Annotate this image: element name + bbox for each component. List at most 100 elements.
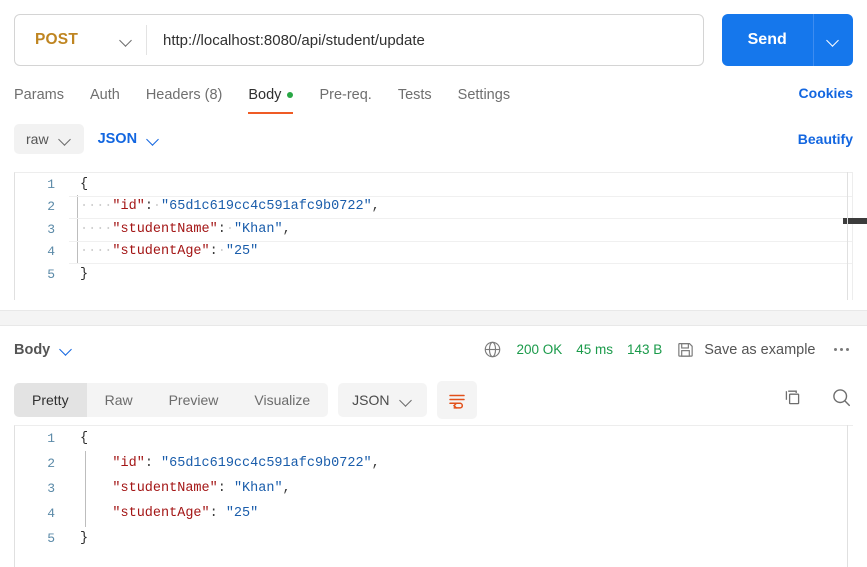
request-tab-params[interactable]: Params [14, 80, 77, 110]
url-bar: POST Send [14, 14, 853, 66]
code-line: 3 ····"studentName":·"Khan", [15, 218, 852, 241]
code-row-separator [69, 240, 852, 242]
body-type-dropdown[interactable]: raw [14, 124, 84, 154]
response-tab-preview[interactable]: Preview [151, 383, 237, 417]
cookies-link[interactable]: Cookies [799, 85, 853, 101]
request-tabs: Params Auth Headers (8) Body Pre-req. Tests Se… [14, 80, 523, 114]
response-language-dropdown[interactable]: JSON [338, 383, 427, 417]
response-view-tabs: Pretty Raw Preview Visualize JSON [14, 381, 477, 419]
line-number: 2 [47, 456, 55, 471]
response-size: 143 B [626, 342, 663, 357]
code-line: 3 "studentName": "Khan", [15, 476, 853, 501]
chevron-down-icon [60, 343, 73, 356]
code-row-separator [69, 218, 852, 219]
postman-request-response-pane: POST Send Params Auth Headers (8) Body Pre-r… [0, 0, 867, 567]
request-tab-label: Headers (8) [145, 87, 223, 103]
code-text: { [69, 431, 88, 446]
response-tab-visualize[interactable]: Visualize [236, 383, 328, 417]
line-number: 1 [47, 431, 55, 446]
unsaved-indicator-dot [287, 92, 294, 98]
code-text: "id": "65d1c619cc4c591afc9b0722", [69, 456, 379, 471]
copy-icon[interactable] [782, 387, 804, 409]
code-text: { [69, 177, 88, 192]
code-line: 4 "studentAge": "25" [15, 501, 853, 526]
chevron-down-icon [120, 34, 133, 47]
word-wrap-button[interactable] [436, 381, 477, 419]
beautify-link[interactable]: Beautify [798, 131, 853, 147]
pane-divider-band [0, 311, 867, 325]
response-body-dropdown[interactable]: Body [14, 342, 73, 358]
response-tab-raw[interactable]: Raw [87, 383, 151, 417]
code-token: "Khan" [233, 481, 283, 496]
request-tab-body[interactable]: Body [235, 80, 306, 114]
code-token: "25" [225, 244, 259, 260]
response-action-icons [782, 386, 853, 409]
response-body-label: Body [14, 341, 51, 358]
code-text: "studentName": "Khan", [69, 481, 290, 496]
request-editor-right-border [847, 172, 848, 300]
code-token: "id" [112, 199, 145, 215]
response-body-viewer[interactable]: 1{2 "id": "65d1c619cc4c591afc9b0722", 3 "… [14, 425, 853, 567]
request-tab-label: Tests [397, 87, 432, 103]
request-tab-auth[interactable]: Auth [77, 80, 133, 110]
line-number: 1 [47, 176, 55, 192]
request-tab-tests[interactable]: Tests [385, 80, 445, 110]
request-tab-settings[interactable]: Settings [445, 80, 523, 110]
code-token: "25" [225, 506, 259, 521]
request-tab-headers-8[interactable]: Headers (8) [133, 80, 236, 110]
response-code-lines: 1{2 "id": "65d1c619cc4c591afc9b0722", 3 "… [15, 426, 853, 551]
line-number: 5 [47, 266, 55, 282]
code-token: : [209, 244, 218, 260]
code-token: } [80, 531, 89, 546]
url-input[interactable] [147, 15, 703, 65]
code-text: } [69, 267, 88, 282]
code-token: : [144, 199, 153, 215]
code-line: 5} [15, 526, 853, 551]
request-tab-label: Pre-req. [319, 87, 372, 103]
code-line: 1{ [15, 173, 852, 196]
code-token: { [80, 431, 89, 446]
chevron-down-icon [147, 133, 160, 146]
code-token: : [217, 221, 226, 237]
code-text: ····"studentName":·"Khan", [69, 222, 291, 237]
request-tab-pre-req[interactable]: Pre-req. [306, 80, 384, 110]
chevron-down-icon [59, 133, 72, 146]
code-line: 2 "id": "65d1c619cc4c591afc9b0722", [15, 451, 853, 476]
request-tab-label: Settings [457, 87, 511, 103]
code-token: ···· [80, 199, 113, 215]
body-format-label: JSON [97, 131, 138, 147]
code-token: · [217, 244, 226, 260]
request-tab-label: Body [248, 87, 282, 103]
body-options-row: raw JSON [14, 122, 160, 156]
body-format-dropdown[interactable]: JSON [98, 131, 161, 147]
line-number: 4 [47, 244, 55, 260]
response-tab-pretty[interactable]: Pretty [14, 383, 87, 417]
code-token: "studentAge" [112, 244, 210, 260]
code-token: ···· [80, 221, 113, 237]
request-body-editor[interactable]: 1{2 ····"id":·"65d1c619cc4c591afc9b0722",… [14, 172, 853, 300]
send-button-group[interactable]: Send [721, 14, 853, 66]
code-row-separator [69, 195, 852, 197]
response-meta-bar: Body 200 OK 45 ms 143 B Save as example [0, 326, 867, 373]
code-row-separator [69, 263, 852, 264]
code-token: , [282, 221, 291, 237]
code-text: ····"id":·"65d1c619cc4c591afc9b0722", [69, 199, 380, 214]
response-status: 200 OK [516, 342, 563, 357]
code-token: "Khan" [233, 221, 283, 237]
http-method-dropdown[interactable]: POST [15, 15, 147, 65]
more-options-icon[interactable] [830, 344, 854, 356]
chevron-down-icon [400, 394, 413, 407]
code-token: "65d1c619cc4c591afc9b0722" [161, 199, 372, 215]
code-token: "id" [112, 456, 145, 471]
http-method-label: POST [35, 31, 79, 48]
save-as-example-button[interactable]: Save as example [676, 340, 816, 359]
response-language-label: JSON [352, 392, 390, 408]
send-button[interactable]: Send [722, 14, 813, 66]
send-options-button[interactable] [814, 14, 853, 66]
search-icon[interactable] [830, 386, 853, 409]
save-as-example-label: Save as example [704, 341, 816, 358]
code-token: · [225, 221, 234, 237]
response-editor-right-border [847, 425, 848, 567]
code-token: , [371, 199, 380, 215]
